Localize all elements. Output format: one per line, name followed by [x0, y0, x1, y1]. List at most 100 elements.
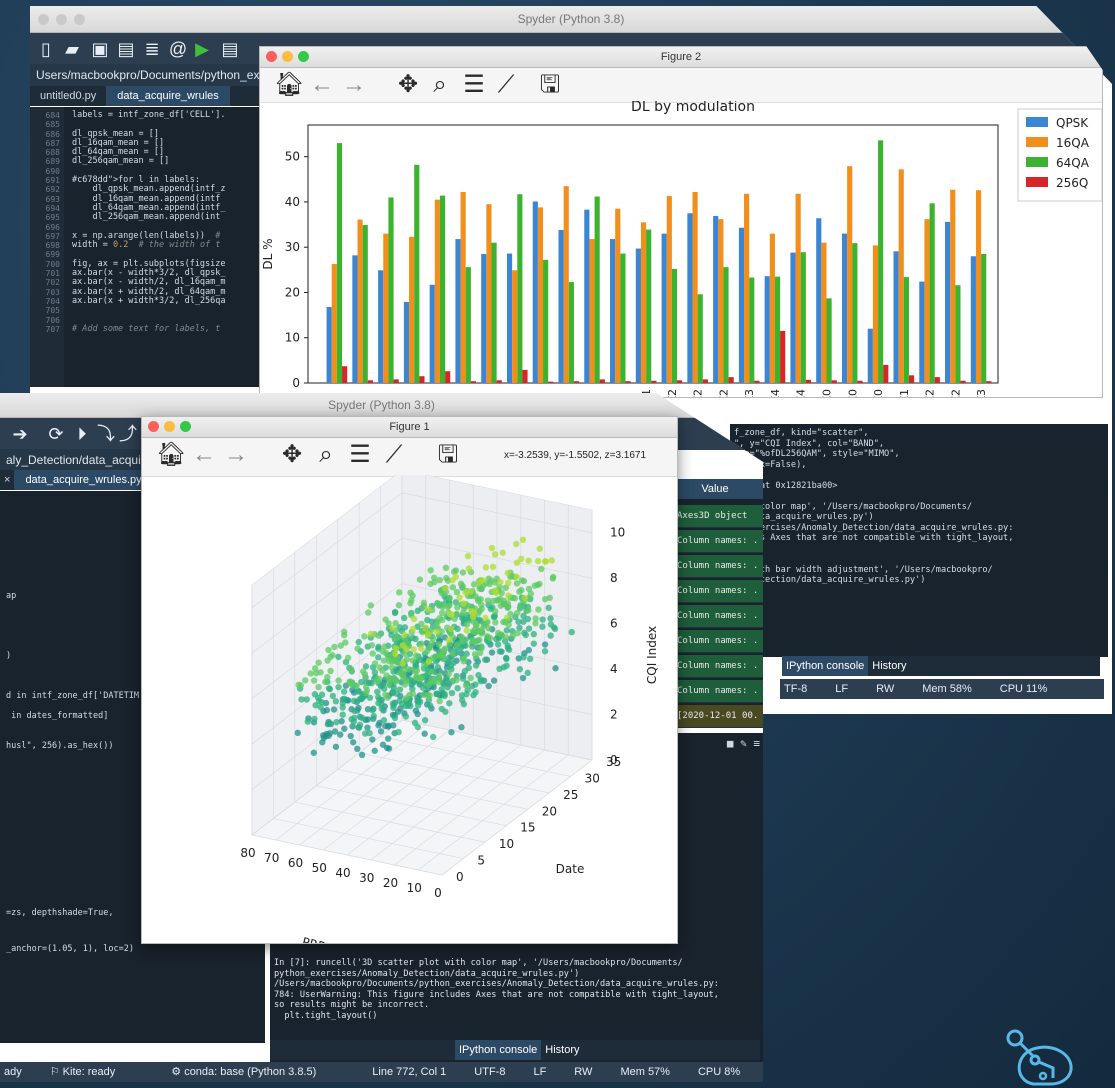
tab-untitled0[interactable]: untitled0.py [30, 86, 108, 106]
x-tick-label: 60 [288, 856, 303, 870]
legend-label: 16QA [1056, 136, 1090, 150]
tab-close[interactable]: × [0, 470, 16, 490]
tab-history[interactable]: History [541, 1040, 583, 1060]
path-bar[interactable]: aly_Detection/data_acquire_ [0, 449, 156, 471]
save-all-icon[interactable]: ▤ [116, 39, 136, 59]
forward-arrow-icon[interactable]: → [222, 441, 250, 469]
code-editor[interactable]: 684 685 686 687 688 689 690 691 692 693 694 695 696 6… [30, 107, 262, 387]
zoom-button[interactable] [298, 51, 309, 62]
save-icon[interactable]: ▣ [90, 39, 110, 59]
data-point [422, 625, 429, 632]
zoom-button[interactable] [180, 421, 191, 432]
variable-row[interactable]: Column names: . [661, 630, 763, 653]
variable-row[interactable]: Column names: . [661, 680, 763, 703]
list-icon[interactable]: ≣ [142, 39, 162, 59]
x-tick-label: TLZ0 [846, 389, 859, 397]
zoom-button[interactable] [74, 14, 85, 25]
restart-icon[interactable]: ⟳ [46, 424, 66, 444]
code-line: 685 [45, 120, 60, 130]
bar [821, 242, 827, 383]
data-point [449, 649, 456, 657]
bar [826, 298, 832, 383]
debug-icon[interactable]: ⏵ [72, 424, 92, 444]
forward-arrow-icon[interactable]: → [340, 71, 368, 99]
bar [486, 204, 492, 383]
code-line: 702 [45, 278, 60, 288]
minimize-button[interactable] [164, 421, 175, 432]
path-bar[interactable]: Users/macbookpro/Documents/python_exe [30, 64, 266, 86]
open-folder-icon[interactable]: ▰ [62, 39, 82, 59]
tab-history[interactable]: History [868, 656, 910, 676]
data-point [377, 728, 385, 735]
minimize-button[interactable] [56, 14, 67, 25]
home-icon[interactable]: 🏠︎ [274, 71, 304, 99]
run-cell-icon[interactable]: ▤ [220, 39, 240, 59]
variable-row[interactable]: Axes3D object [661, 505, 763, 528]
variable-row[interactable]: Column names: . [661, 605, 763, 628]
step-icon[interactable]: ➔ [10, 424, 30, 444]
data-point [409, 690, 416, 697]
code-line: dl_256qam_mean = [] [72, 156, 170, 167]
code-text-lower[interactable]: =zs, depthshade=True, _anchor=(1.05, 1),… [6, 883, 134, 955]
scatter-3d-chart[interactable]: 01020304050607080051015202530350246810PR… [142, 475, 677, 943]
step-into-icon[interactable]: ⤵ [96, 424, 116, 444]
variable-row[interactable]: Column names: . [661, 530, 763, 553]
configure-subplots-icon[interactable]: ☰ [346, 441, 374, 469]
variable-row[interactable]: [2020-12-01 00. [661, 705, 763, 728]
data-point [443, 676, 450, 683]
data-point [428, 677, 435, 684]
close-button[interactable] [148, 421, 159, 432]
close-button[interactable] [38, 14, 49, 25]
run-icon[interactable]: ▶ [192, 39, 212, 59]
home-icon[interactable]: 🏠︎ [156, 441, 186, 469]
data-point [381, 685, 388, 692]
bar [455, 239, 461, 383]
at-icon[interactable]: @ [168, 39, 188, 59]
code-line: 699 [45, 250, 60, 260]
code-text[interactable]: ap ) d in intf_zone_df['DATETIM in dates… [6, 501, 139, 751]
variable-explorer[interactable]: Value Axes3D object Column names: . Column… [661, 479, 763, 728]
minimize-button[interactable] [282, 51, 293, 62]
code-line: =zs, depthshade=True, [6, 908, 114, 918]
configure-subplots-icon[interactable]: ☰ [460, 71, 488, 99]
window-title: Spyder (Python 3.8) [328, 398, 435, 412]
data-point [332, 743, 340, 750]
save-figure-icon[interactable]: 🖫︎ [536, 71, 564, 99]
save-figure-icon[interactable]: 🖫︎ [434, 441, 462, 469]
variable-row[interactable]: Column names: . [661, 580, 763, 603]
back-arrow-icon[interactable]: ← [308, 71, 336, 99]
ipython-console[interactable]: f_zone_df, kind="scatter", ", y="CQI Inde… [730, 424, 1108, 657]
data-point [426, 644, 434, 651]
data-point [409, 657, 416, 664]
code-line: ap [6, 591, 17, 601]
zoom-icon[interactable]: ⌕ [426, 71, 454, 99]
editor-tabbar: untitled0.py data_acquire_wrules [30, 86, 260, 106]
code-line: so results might be incorrect. [274, 1000, 430, 1010]
variable-row[interactable]: Column names: . [661, 655, 763, 678]
data-point [382, 722, 389, 730]
step-out-icon[interactable]: ⤴ [118, 424, 138, 444]
pan-icon[interactable]: ✥ [394, 71, 422, 99]
bar [620, 253, 626, 383]
new-file-icon[interactable]: ▯ [36, 39, 56, 59]
variable-row[interactable]: Column names: . [661, 555, 763, 578]
variable-value: Column names: . [677, 536, 759, 546]
edit-axis-icon[interactable]: ⟋ [380, 441, 408, 469]
tab-data-acquire[interactable]: data_acquire_wrules [107, 86, 230, 106]
tab-ipython-console[interactable]: IPython console [782, 656, 869, 676]
tab-ipython-console[interactable]: IPython console [455, 1040, 542, 1060]
close-button[interactable] [266, 51, 277, 62]
data-point [410, 646, 417, 653]
console-options-icon[interactable]: ■ ✎ ≡ [727, 738, 760, 750]
x-axis-label: PRB Util % [301, 935, 366, 943]
edit-axis-icon[interactable]: ⟋ [492, 71, 520, 99]
code-text[interactable]: labels = intf_zone_df['CELL']. dl_qpsk_m… [72, 110, 226, 334]
data-point [485, 625, 492, 632]
data-point [367, 602, 375, 609]
tab-data-acquire[interactable]: data_acquire_wrules.py [15, 470, 150, 490]
pan-icon[interactable]: ✥ [278, 441, 306, 469]
back-arrow-icon[interactable]: ← [190, 441, 218, 469]
zoom-icon[interactable]: ⌕ [312, 441, 340, 469]
bar [610, 239, 616, 383]
